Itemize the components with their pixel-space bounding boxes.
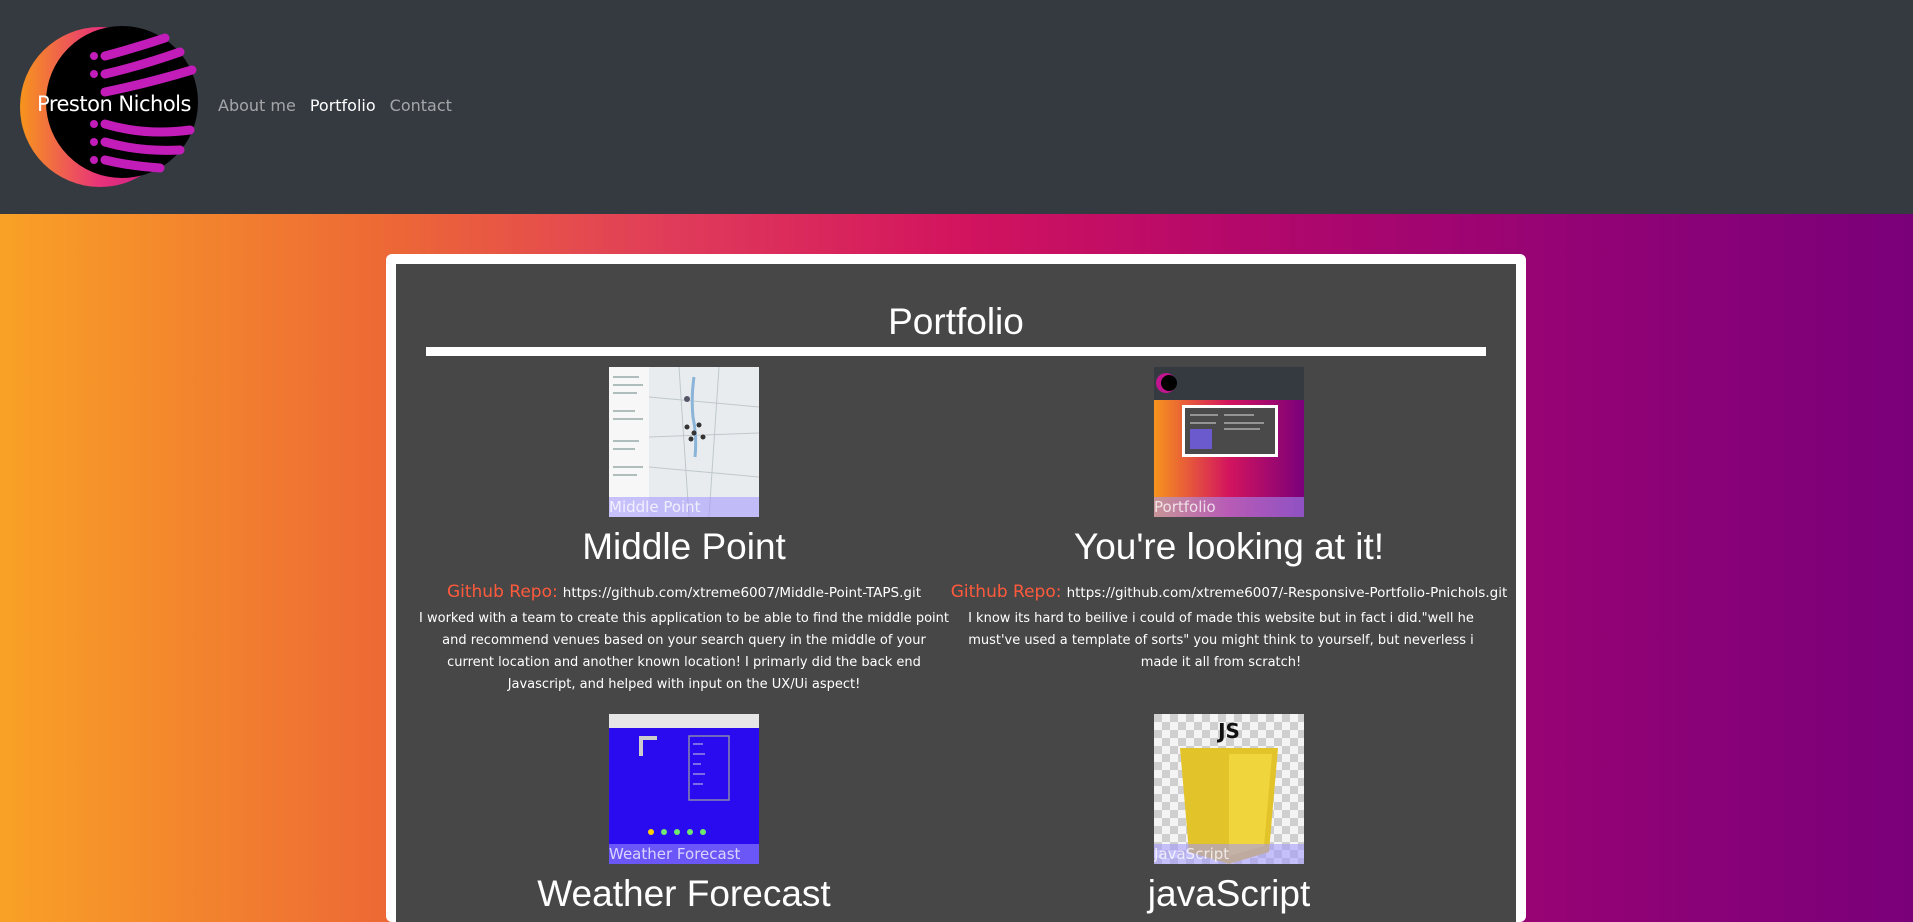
weather-screenshot-image bbox=[609, 714, 759, 864]
thumbnail-caption: JavaScript bbox=[1154, 844, 1304, 864]
nav-portfolio[interactable]: Portfolio bbox=[310, 96, 376, 115]
repo-label: Github Repo: bbox=[446, 582, 558, 602]
thumbnail-caption: Middle Point bbox=[609, 497, 759, 517]
project-thumbnail-portfolio[interactable]: Portfolio bbox=[1154, 367, 1304, 517]
nav-links: About me Portfolio Contact bbox=[218, 96, 466, 115]
brand-logo[interactable]: Preston Nichols bbox=[20, 26, 200, 188]
brand-name: Preston Nichols bbox=[37, 92, 191, 116]
map-screenshot-image bbox=[609, 367, 759, 517]
portfolio-screenshot-image bbox=[1154, 367, 1304, 517]
repo-label: Github Repo: bbox=[950, 582, 1062, 602]
project-description-portfolio: I know its hard to beilive i could of ma… bbox=[968, 611, 1474, 670]
thumbnail-caption: Weather Forecast bbox=[609, 844, 759, 864]
nav-about[interactable]: About me bbox=[218, 96, 296, 115]
title-divider bbox=[426, 347, 1486, 356]
project-thumbnail-weather[interactable]: Weather Forecast bbox=[609, 714, 759, 864]
navbar: Preston Nichols About me Portfolio Conta… bbox=[0, 0, 1913, 214]
thumbnail-caption: Portfolio bbox=[1154, 497, 1304, 517]
nav-contact[interactable]: Contact bbox=[390, 96, 452, 115]
repo-link[interactable]: https://github.com/xtreme6007/Middle-Poi… bbox=[563, 585, 921, 601]
project-title-portfolio: You're looking at it! bbox=[1073, 526, 1385, 567]
project-thumbnail-javascript[interactable]: JS JavaScript bbox=[1154, 714, 1304, 864]
project-title-javascript: javaScript bbox=[1147, 873, 1311, 914]
js-logo-text: JS bbox=[1216, 719, 1240, 743]
project-title-weather: Weather Forecast bbox=[537, 873, 831, 914]
project-title-middle-point: Middle Point bbox=[582, 526, 786, 567]
repo-line-middle-point: Github Repo: https://github.com/xtreme60… bbox=[404, 582, 964, 602]
javascript-logo-image: JS bbox=[1154, 714, 1304, 864]
repo-line-portfolio: Github Repo: https://github.com/xtreme60… bbox=[949, 582, 1509, 602]
project-description-middle-point: I worked with a team to create this appl… bbox=[419, 611, 949, 692]
section-title: Portfolio bbox=[888, 301, 1024, 342]
repo-link[interactable]: https://github.com/xtreme6007/-Responsiv… bbox=[1067, 585, 1508, 601]
project-thumbnail-middle-point[interactable]: Middle Point bbox=[609, 367, 759, 517]
